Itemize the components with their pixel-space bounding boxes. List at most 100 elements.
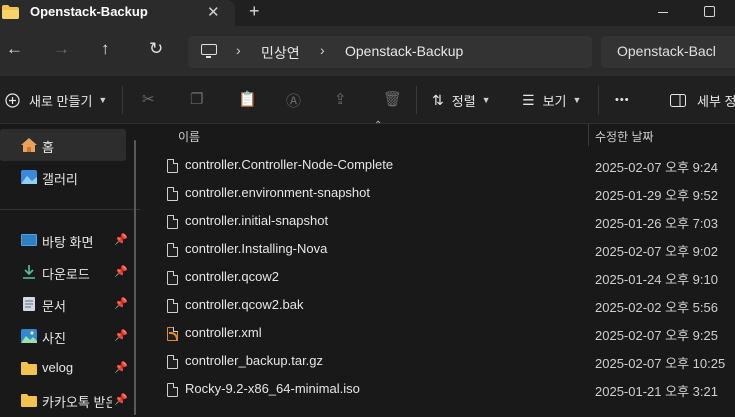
pin-icon[interactable]: 📌 xyxy=(114,329,128,342)
toolbar-divider xyxy=(598,86,599,114)
file-row[interactable]: controller_backup.tar.gz 2025-02-07 오후 10… xyxy=(146,348,735,376)
forward-button[interactable]: → xyxy=(53,39,70,59)
sidebar-item-label: 갤러리 xyxy=(42,172,78,187)
minimize-button[interactable] xyxy=(658,12,668,13)
maximize-button[interactable] xyxy=(704,6,715,17)
toolbar-divider xyxy=(122,86,123,114)
chevron-down-icon: ▼ xyxy=(481,95,491,105)
file-name: controller.Installing-Nova xyxy=(185,241,328,256)
back-button[interactable]: ← xyxy=(6,39,23,59)
tab-openstack-backup[interactable]: Openstack-Backup ✕ xyxy=(0,0,235,26)
breadcrumb-current-folder[interactable]: Openstack-Backup xyxy=(345,43,463,59)
sidebar-scrollbar[interactable] xyxy=(134,140,136,415)
file-name: controller_backup.tar.gz xyxy=(185,353,324,368)
navigation-bar: ← → ↑ ↻ › 민상연 › Openstack-Backup Opensta… xyxy=(0,26,735,76)
pin-icon[interactable]: 📌 xyxy=(114,393,128,406)
search-box[interactable]: Openstack-Bacl xyxy=(601,36,735,68)
up-button[interactable]: ↑ xyxy=(101,39,110,59)
file-modified-date: 2025-01-29 오후 9:52 xyxy=(595,188,718,203)
pin-icon[interactable]: 📌 xyxy=(114,297,128,310)
file-list: ⌃ 이름 수정한 날짜 controller.Controller-Node-C… xyxy=(146,120,735,417)
file-icon xyxy=(167,299,178,313)
breadcrumb-separator[interactable]: › xyxy=(236,42,241,58)
file-modified-date: 2025-02-02 오후 5:56 xyxy=(595,300,718,315)
cut-icon[interactable]: ✂ xyxy=(142,90,155,108)
new-tab-button[interactable]: + xyxy=(249,1,260,22)
sidebar-item-gallery[interactable]: 갤러리 xyxy=(0,161,126,193)
view-button[interactable]: ☰ 보기 ▼ xyxy=(522,90,581,110)
download-icon xyxy=(23,265,35,279)
delete-icon[interactable]: 🗑 xyxy=(383,90,402,108)
view-list-icon: ☰ xyxy=(522,91,535,108)
title-bar: Openstack-Backup ✕ + xyxy=(0,0,735,26)
close-tab-icon[interactable]: ✕ xyxy=(207,3,220,21)
file-icon xyxy=(167,159,178,173)
file-icon xyxy=(167,243,178,257)
sidebar-item-label: 문서 xyxy=(42,299,66,314)
details-button[interactable]: 세부 정 xyxy=(670,90,735,110)
navigation-pane: 홈 갤러리 바탕 화면 📌 다운로드 📌 문서 📌 사진 📌 velog 📌 카… xyxy=(0,124,140,417)
sidebar-item-pictures[interactable]: 사진 📌 xyxy=(0,320,128,352)
file-icon xyxy=(167,271,178,285)
sidebar-item-home[interactable]: 홈 xyxy=(0,129,126,161)
sidebar-item-velog[interactable]: velog 📌 xyxy=(0,352,128,384)
file-modified-date: 2025-02-07 오후 9:02 xyxy=(595,244,718,259)
share-icon[interactable]: ⇪ xyxy=(334,90,347,108)
desktop-folder-icon xyxy=(21,234,37,246)
sidebar-item-kakaotalk[interactable]: 카카오톡 받은 📌 xyxy=(0,384,128,416)
sidebar-item-label: 사진 xyxy=(42,331,66,346)
chevron-down-icon: ▼ xyxy=(98,95,108,105)
file-icon xyxy=(167,383,178,397)
file-row[interactable]: controller.xml 2025-02-07 오후 9:25 xyxy=(146,320,735,348)
folder-icon xyxy=(21,394,37,407)
pin-icon[interactable]: 📌 xyxy=(114,361,128,374)
folder-icon xyxy=(21,362,37,375)
chevron-down-icon: ▼ xyxy=(572,95,582,105)
file-name: controller.Controller-Node-Complete xyxy=(185,157,394,172)
pin-icon[interactable]: 📌 xyxy=(114,233,128,246)
this-pc-icon[interactable] xyxy=(201,44,217,58)
command-bar: 새로 만들기 ▼ ✂ ❐ 📋 Ⓐ ⇪ 🗑 ⇅ 정렬 ▼ ☰ 보기 ▼ ••• 세… xyxy=(0,76,735,124)
file-modified-date: 2025-01-24 오후 9:10 xyxy=(595,272,718,287)
more-options-button[interactable]: ••• xyxy=(615,90,630,110)
file-row[interactable]: controller.qcow2 2025-01-24 오후 9:10 xyxy=(146,264,735,292)
sidebar-item-label: 바탕 화면 xyxy=(42,235,94,250)
file-row[interactable]: controller.Controller-Node-Complete 2025-… xyxy=(146,152,735,180)
file-row[interactable]: controller.qcow2.bak 2025-02-02 오후 5:56 xyxy=(146,292,735,320)
copy-icon[interactable]: ❐ xyxy=(190,90,203,108)
file-row[interactable]: Rocky-9.2-x86_64-minimal.iso 2025-01-21 오… xyxy=(146,376,735,404)
column-header-modified[interactable]: 수정한 날짜 xyxy=(595,128,654,150)
tab-title: Openstack-Backup xyxy=(30,4,148,19)
sort-ascending-icon: ⌃ xyxy=(374,120,383,131)
file-modified-date: 2025-01-21 오후 3:21 xyxy=(595,384,718,399)
pictures-icon xyxy=(21,329,37,343)
breadcrumb-separator[interactable]: › xyxy=(320,42,325,58)
file-icon xyxy=(167,187,178,201)
refresh-button[interactable]: ↻ xyxy=(149,39,163,59)
paste-icon[interactable]: 📋 xyxy=(238,90,257,108)
search-input[interactable]: Openstack-Bacl xyxy=(617,43,716,59)
file-icon xyxy=(167,355,178,369)
address-bar[interactable]: › 민상연 › Openstack-Backup xyxy=(188,36,592,68)
new-button[interactable]: 새로 만들기 ▼ xyxy=(5,90,107,110)
sort-button[interactable]: ⇅ 정렬 ▼ xyxy=(432,90,491,110)
column-divider[interactable] xyxy=(588,124,589,146)
rename-icon[interactable]: Ⓐ xyxy=(286,90,301,111)
file-row[interactable]: controller.environment-snapshot 2025-01-2… xyxy=(146,180,735,208)
breadcrumb-user[interactable]: 민상연 xyxy=(261,43,300,63)
file-row[interactable]: controller.Installing-Nova 2025-02-07 오후 … xyxy=(146,236,735,264)
sidebar-item-desktop[interactable]: 바탕 화면 📌 xyxy=(0,224,128,256)
file-name: controller.xml xyxy=(185,325,262,340)
pin-icon[interactable]: 📌 xyxy=(114,265,128,278)
view-button-label: 보기 xyxy=(542,93,567,109)
sidebar-divider xyxy=(0,209,140,210)
sidebar-item-label: 홈 xyxy=(42,140,54,155)
column-header-name[interactable]: 이름 xyxy=(178,128,200,150)
sidebar-item-documents[interactable]: 문서 📌 xyxy=(0,288,128,320)
plus-circle-icon xyxy=(5,92,20,108)
file-row[interactable]: controller.initial-snapshot 2025-01-26 오후… xyxy=(146,208,735,236)
new-button-label: 새로 만들기 xyxy=(29,93,93,109)
sidebar-item-downloads[interactable]: 다운로드 📌 xyxy=(0,256,128,288)
file-modified-date: 2025-02-07 오후 9:24 xyxy=(595,160,718,175)
sidebar-item-label: 카카오톡 받은 xyxy=(42,395,112,410)
